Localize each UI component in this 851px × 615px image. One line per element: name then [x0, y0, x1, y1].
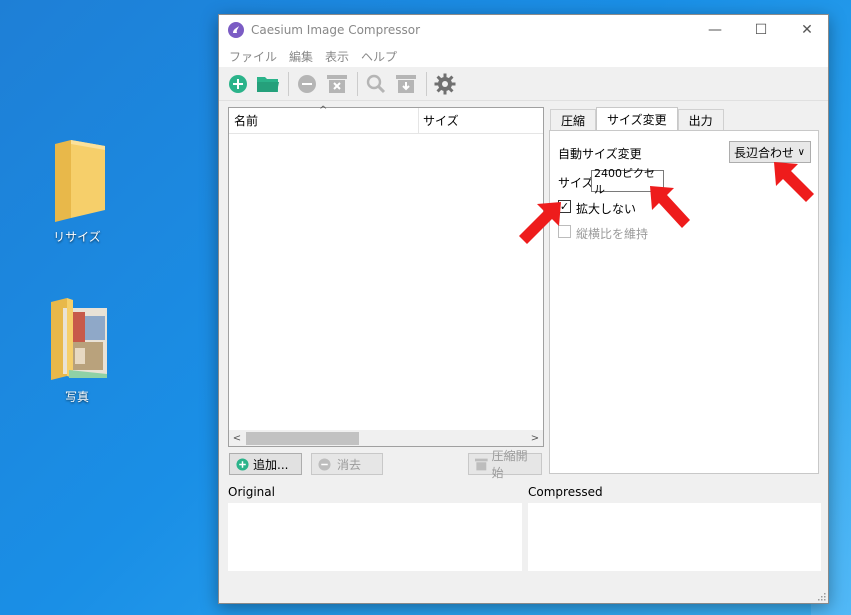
settings-tabs: 圧縮 サイズ変更 出力 — [550, 107, 724, 131]
scrollbar-thumb[interactable] — [246, 431, 359, 445]
chevron-down-icon: ∨ — [797, 146, 805, 158]
tab-resize-label: サイズ変更 — [607, 113, 667, 127]
menu-edit[interactable]: 編集 — [283, 48, 319, 65]
desktop-folder-resize[interactable]: リサイズ — [37, 140, 117, 245]
start-compression-label: 圧縮開始 — [491, 449, 528, 480]
menu-view[interactable]: 表示 — [319, 48, 355, 65]
settings-button[interactable] — [431, 70, 459, 98]
column-size-label: サイズ — [423, 114, 459, 128]
clear-button-label: 消去 — [337, 457, 362, 472]
horizontal-scrollbar[interactable]: < > — [229, 430, 543, 446]
menu-file[interactable]: ファイル — [223, 48, 283, 65]
menu-bar: ファイル 編集 表示 ヘルプ — [219, 45, 828, 67]
original-preview — [228, 503, 522, 571]
title-bar[interactable]: Caesium Image Compressor — ☐ ✕ — [219, 15, 828, 45]
column-size-header[interactable]: サイズ — [419, 112, 459, 129]
magnifier-icon — [366, 74, 386, 93]
annotation-arrow-icon — [774, 162, 814, 202]
open-folder-button[interactable] — [254, 70, 282, 98]
clear-button[interactable]: 消去 — [311, 453, 383, 475]
close-icon: ✕ — [801, 22, 813, 38]
toolbar-separator — [357, 71, 358, 96]
clear-list-button[interactable] — [323, 70, 351, 98]
folder-icon — [55, 140, 105, 222]
annotation-arrow-icon — [650, 186, 690, 228]
add-button[interactable]: 追加... — [229, 453, 302, 475]
caesium-window: Caesium Image Compressor — ☐ ✕ ファイル 編集 表… — [218, 14, 829, 604]
desktop-folder-photos[interactable]: 写真 — [37, 298, 117, 405]
close-button[interactable]: ✕ — [784, 15, 830, 45]
tab-compression-label: 圧縮 — [561, 114, 586, 128]
compress-toolbar-button[interactable] — [392, 70, 420, 98]
tab-resize[interactable]: サイズ変更 — [596, 107, 678, 131]
start-compression-button[interactable]: 圧縮開始 — [468, 449, 542, 480]
sort-indicator-icon: ^ — [319, 105, 328, 116]
minimize-icon: — — [708, 22, 722, 38]
tab-output-label: 出力 — [688, 114, 713, 128]
photo-folder-icon — [51, 298, 107, 380]
desktop-icon-label: リサイズ — [53, 230, 101, 244]
remove-icon — [298, 74, 316, 93]
maximize-button[interactable]: ☐ — [738, 15, 784, 45]
maximize-icon: ☐ — [754, 22, 768, 38]
no-enlarge-label[interactable]: 拡大しない — [576, 200, 636, 217]
clear-list-icon — [327, 74, 347, 93]
list-header: ^ 名前 サイズ — [229, 105, 543, 134]
folder-open-icon — [257, 76, 279, 92]
compress-icon — [396, 74, 416, 93]
compressed-preview — [528, 503, 821, 571]
scroll-right-icon[interactable]: > — [527, 433, 543, 444]
tab-output[interactable]: 出力 — [677, 109, 724, 131]
gear-icon — [434, 73, 456, 94]
remove-icon — [318, 457, 331, 471]
remove-button[interactable] — [293, 70, 321, 98]
column-name-label: 名前 — [234, 114, 259, 128]
desktop-icon-label: 写真 — [64, 390, 89, 404]
compressed-preview-label: Compressed — [528, 485, 603, 499]
size-label: サイズ — [558, 176, 594, 190]
scroll-left-icon[interactable]: < — [229, 433, 245, 444]
resize-grip-icon[interactable] — [816, 591, 826, 601]
menu-help[interactable]: ヘルプ — [355, 48, 403, 65]
original-preview-label: Original — [228, 485, 275, 499]
compress-icon — [475, 458, 488, 470]
toolbar-separator — [426, 71, 427, 96]
file-list[interactable]: ^ 名前 サイズ < > — [228, 105, 544, 447]
toolbar-separator — [288, 71, 289, 96]
caesium-app-icon — [228, 22, 244, 38]
toolbar — [219, 67, 828, 101]
minimize-button[interactable]: — — [692, 15, 738, 45]
add-icon — [229, 74, 247, 93]
window-title: Caesium Image Compressor — [251, 23, 421, 37]
auto-resize-label: 自動サイズ変更 — [558, 147, 642, 161]
add-icon — [236, 457, 249, 471]
keep-aspect-label[interactable]: 縦横比を維持 — [576, 225, 648, 242]
annotation-arrow-icon — [519, 202, 561, 244]
preview-button[interactable] — [362, 70, 390, 98]
add-files-button[interactable] — [224, 70, 252, 98]
add-button-label: 追加... — [253, 457, 289, 472]
tab-compression[interactable]: 圧縮 — [550, 109, 597, 131]
